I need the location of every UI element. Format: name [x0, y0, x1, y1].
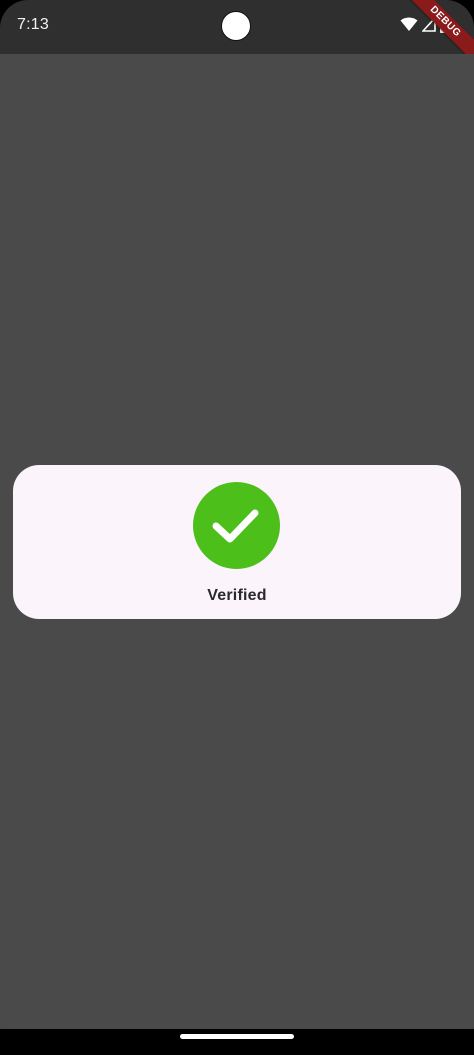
- status-time: 7:13: [17, 16, 49, 33]
- camera-cutout: [221, 11, 251, 41]
- system-nav-bar: [0, 1029, 474, 1055]
- verified-label: Verified: [207, 587, 267, 604]
- wifi-icon: [400, 16, 418, 37]
- home-indicator[interactable]: [180, 1034, 294, 1039]
- verified-dialog: Verified: [13, 465, 461, 619]
- check-icon: [212, 509, 259, 543]
- success-badge: [193, 482, 280, 569]
- app-body: Verified: [0, 54, 474, 1029]
- status-bar: 7:13 DEBUG: [0, 0, 474, 74]
- phone-screen: 7:13 DEBUG Verified: [0, 0, 474, 1055]
